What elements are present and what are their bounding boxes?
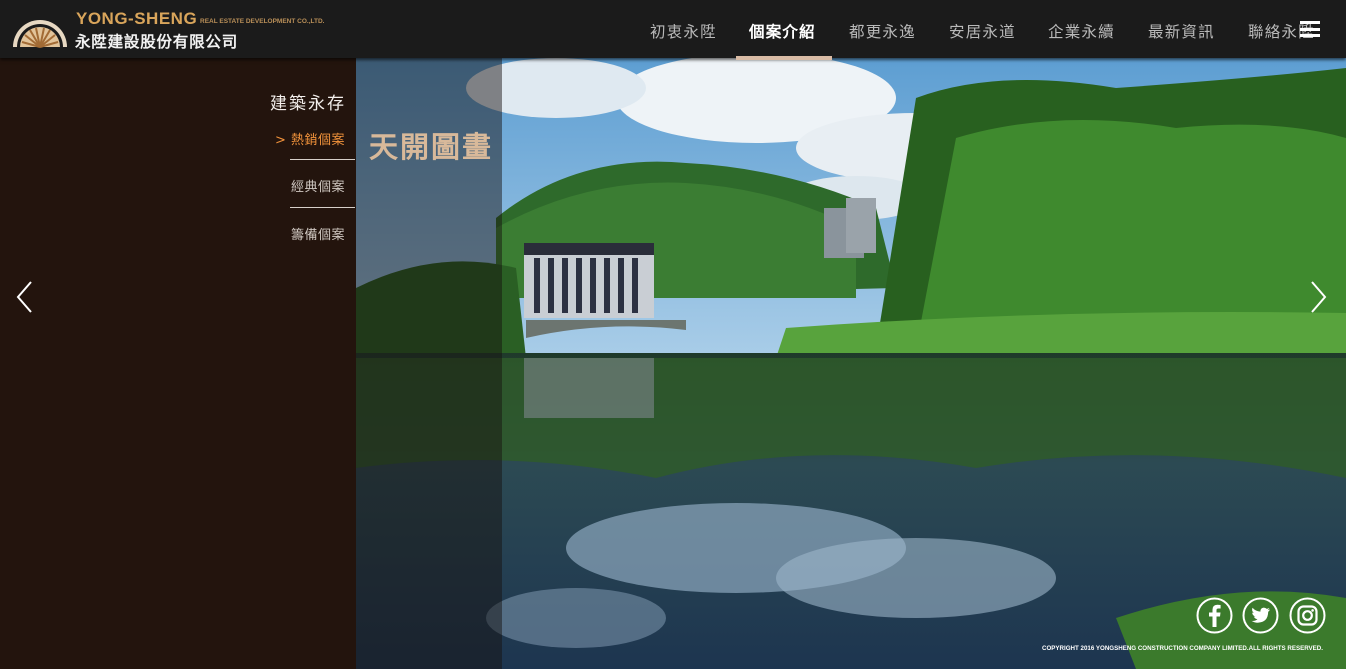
nav-active-indicator [736,56,832,60]
chevron-left-icon[interactable] [14,280,36,314]
sidebar-item-classic-projects[interactable]: 經典個案 [291,176,345,195]
nav-item-origin[interactable]: 初衷永陞 [650,20,717,42]
section-title: 建築永存 [270,94,346,114]
brand-subtitle-en: REAL ESTATE DEVELOPMENT CO.,LTD. [200,18,325,25]
sidebar-divider [290,207,355,208]
project-hero-image: 天開圖畫 [356,58,1346,669]
nav-item-urban-renewal[interactable]: 都更永逸 [849,20,916,42]
nav-item-sustainability[interactable]: 企業永續 [1048,20,1115,42]
nav-item-news[interactable]: 最新資訊 [1148,20,1215,42]
instagram-icon[interactable] [1289,597,1326,634]
sidebar-item-hot-projects[interactable]: > 熱銷個案 [275,129,345,148]
project-category-panel: 建築永存 > 熱銷個案 經典個案 籌備個案 [0,58,356,669]
sidebar-item-upcoming-projects[interactable]: 籌備個案 [291,224,345,243]
nav-item-projects[interactable]: 個案介紹 [749,20,816,42]
sidebar-divider [290,159,355,160]
hamburger-icon[interactable] [1300,21,1320,37]
facebook-icon[interactable] [1196,597,1233,634]
twitter-icon[interactable] [1242,597,1279,634]
lake-landscape-photo [356,58,1346,669]
brand-name-en[interactable]: YONG-SHENG [76,9,197,29]
project-title[interactable]: 天開圖畫 [369,124,493,166]
sunburst-logo-icon[interactable] [11,9,69,49]
chevron-right-icon[interactable] [1307,280,1329,314]
site-header: YONG-SHENG REAL ESTATE DEVELOPMENT CO.,L… [0,0,1346,60]
brand-name-zh[interactable]: 永陞建設股份有限公司 [75,30,238,52]
copyright-text: COPYRIGHT 2016 YONGSHENG CONSTRUCTION CO… [1042,645,1323,652]
nav-item-living[interactable]: 安居永道 [949,20,1016,42]
